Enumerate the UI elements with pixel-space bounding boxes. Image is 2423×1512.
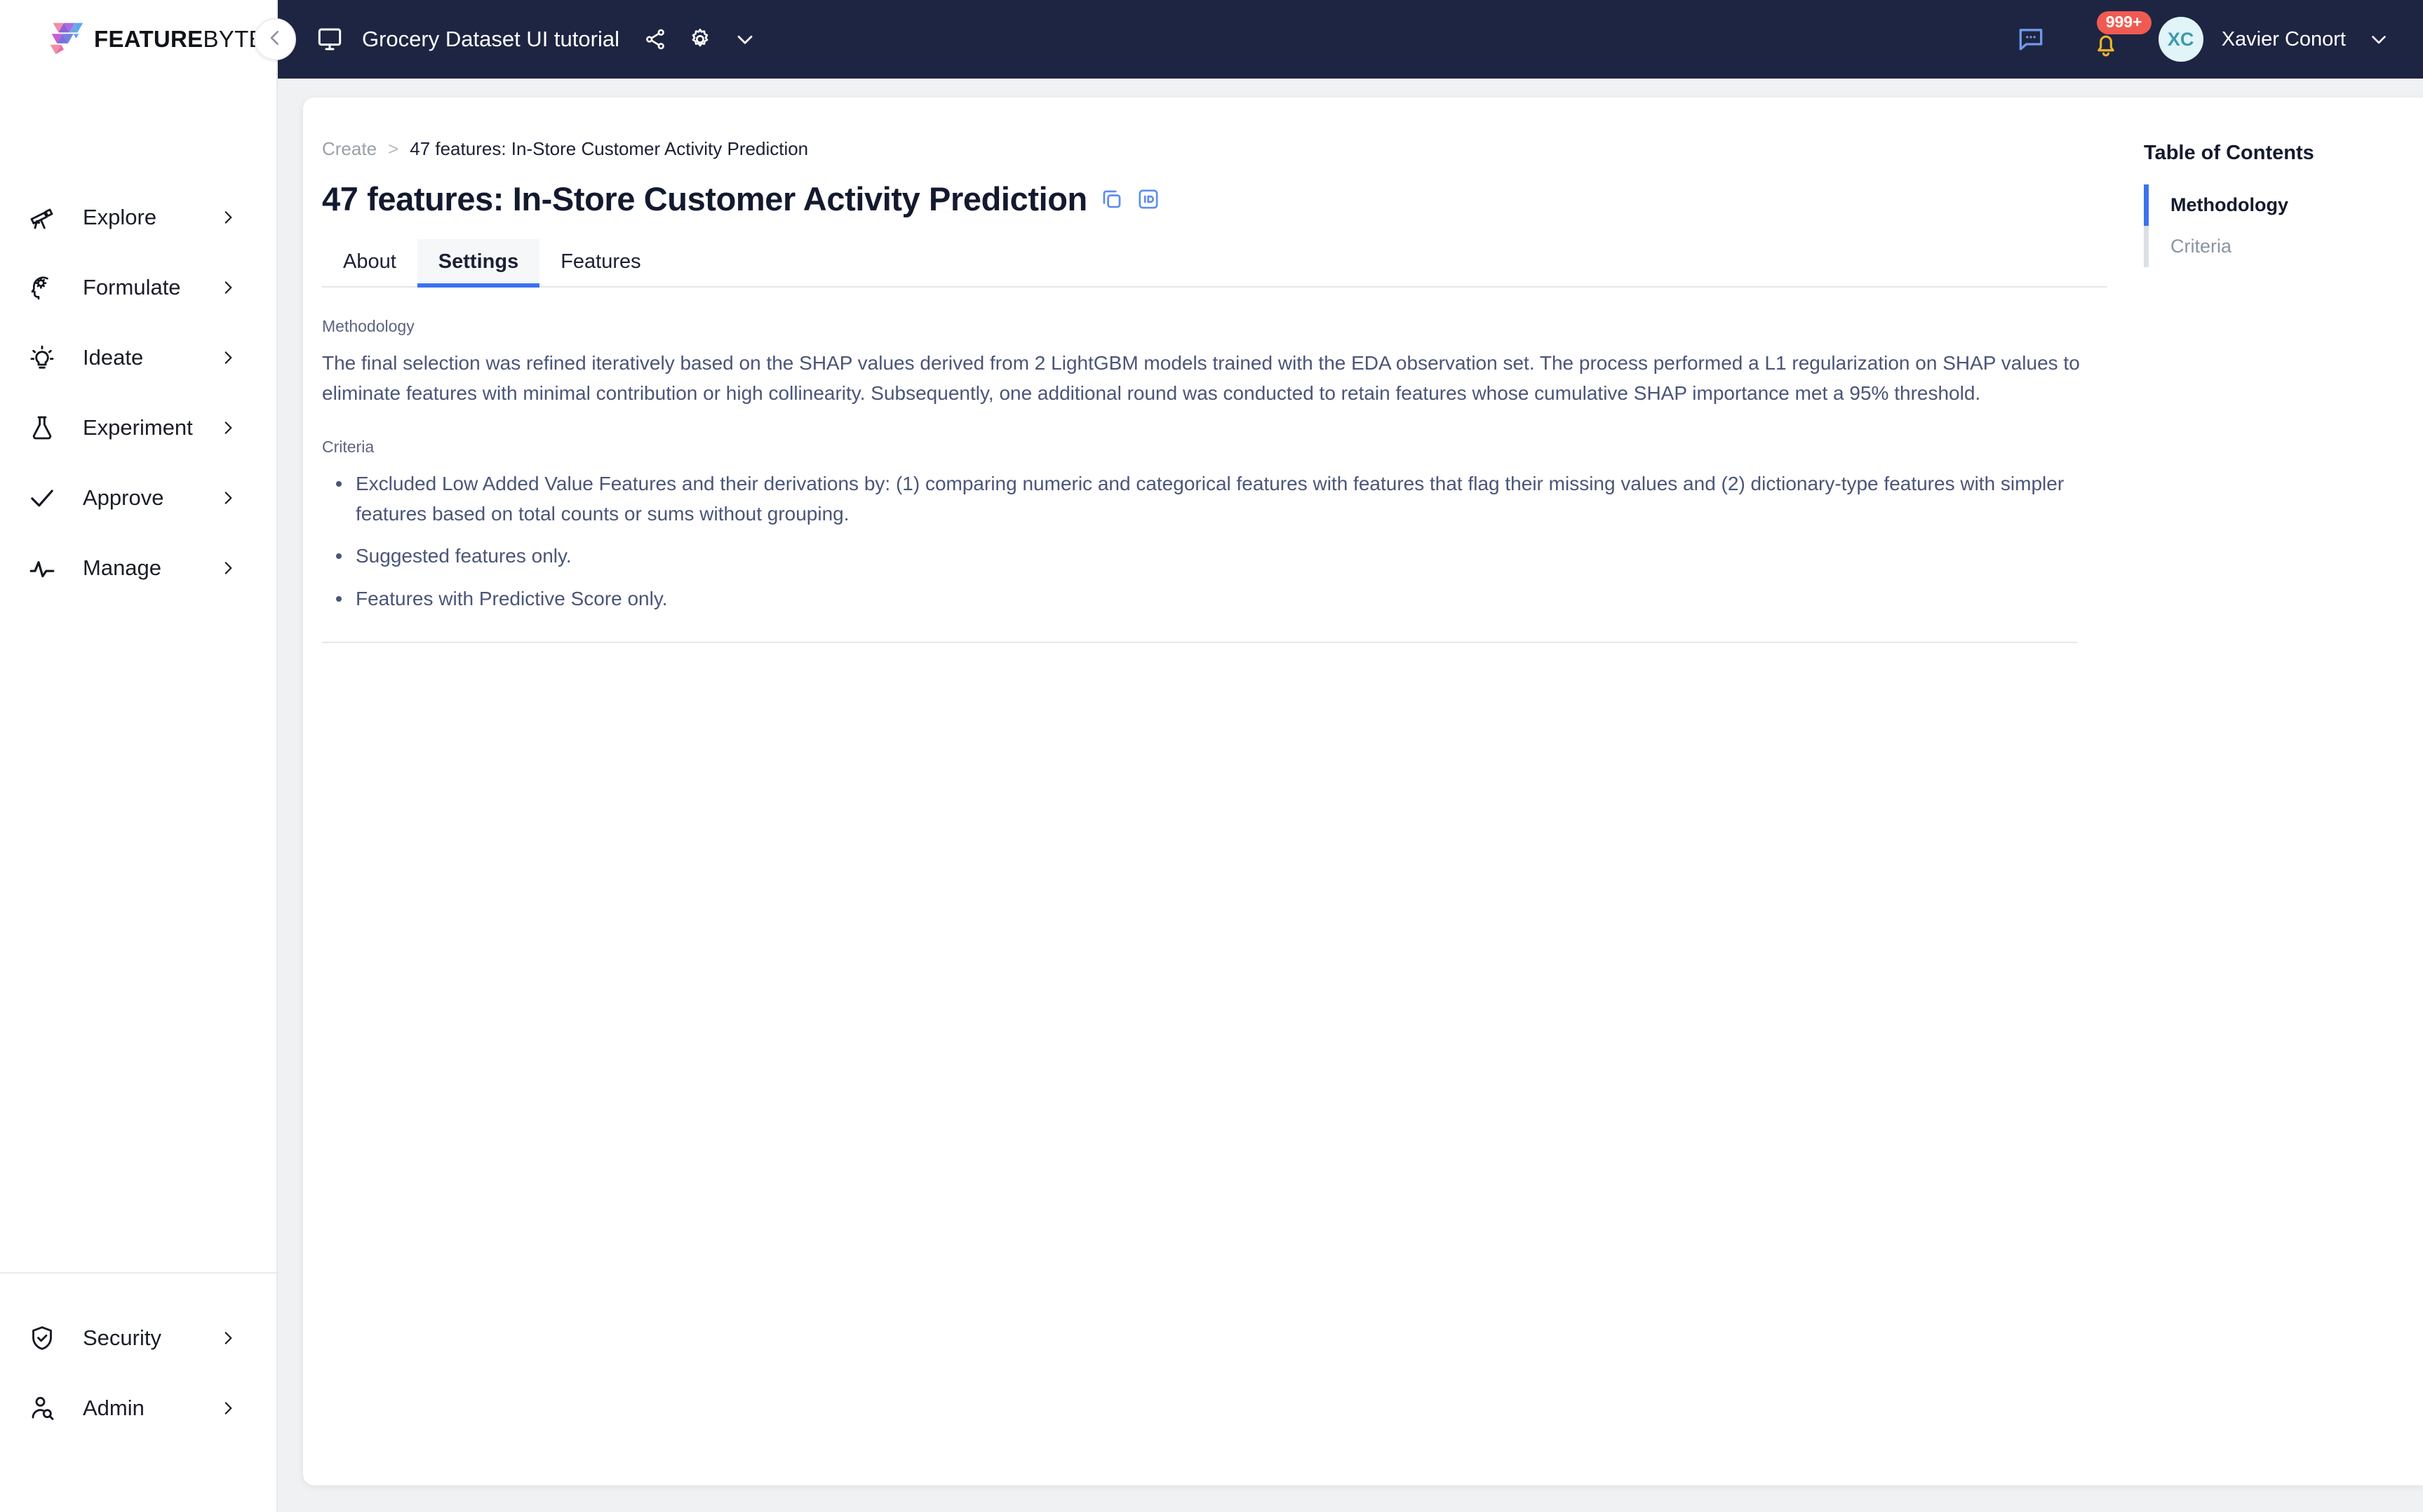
page-background: Create > 47 features: In-Store Customer … xyxy=(278,79,2423,1512)
chevron-down-icon[interactable] xyxy=(729,23,761,55)
sidebar-item-label: Security xyxy=(83,1325,161,1350)
sidebar-item-label: Manage xyxy=(83,555,162,580)
app-logo[interactable]: FEATUREBYTE xyxy=(0,0,276,79)
page-title: 47 features: In-Store Customer Activity … xyxy=(322,180,1087,217)
sidebar-item-experiment[interactable]: Experiment xyxy=(0,407,276,449)
chevron-right-icon xyxy=(219,489,237,507)
top-bar: Grocery Dataset UI tutorial 999+ XC Xavi… xyxy=(278,0,2423,79)
gear-icon[interactable] xyxy=(684,23,716,55)
tab-features[interactable]: Features xyxy=(539,239,662,286)
toc-item-methodology[interactable]: Methodology xyxy=(2144,184,2423,226)
methodology-section: Methodology The final selection was refi… xyxy=(322,317,2128,408)
sidebar-collapse-button[interactable] xyxy=(254,18,296,60)
share-nodes-icon[interactable] xyxy=(639,23,671,55)
monitor-icon xyxy=(316,25,344,53)
notification-badge: 999+ xyxy=(2096,11,2152,34)
criteria-section: Criteria Excluded Low Added Value Featur… xyxy=(322,438,2128,644)
sidebar-main-nav: Explore Formulate Ideate Experiment Appr… xyxy=(0,79,276,1272)
list-item: Excluded Low Added Value Features and th… xyxy=(322,469,2103,529)
content-card: Create > 47 features: In-Store Customer … xyxy=(303,97,2423,1485)
list-item: Features with Predictive Score only. xyxy=(322,584,2103,614)
toc-list: Methodology Criteria xyxy=(2144,184,2423,267)
user-search-icon xyxy=(27,1393,58,1424)
sidebar-item-label: Experiment xyxy=(83,415,193,440)
breadcrumb: Create > 47 features: In-Store Customer … xyxy=(322,136,2128,161)
sidebar: FEATUREBYTE Explore Formulate Ideate Exp… xyxy=(0,0,278,1512)
toc-title: Table of Contents xyxy=(2144,142,2314,164)
sidebar-item-ideate[interactable]: Ideate xyxy=(0,337,276,379)
sidebar-item-approve[interactable]: Approve xyxy=(0,477,276,519)
head-gear-icon xyxy=(27,272,58,303)
sidebar-item-admin[interactable]: Admin xyxy=(0,1387,276,1429)
telescope-icon xyxy=(27,202,58,233)
notifications-bell[interactable]: 999+ xyxy=(2087,11,2152,59)
chat-bubble-icon[interactable] xyxy=(2013,21,2049,58)
breadcrumb-parent-link[interactable]: Create xyxy=(322,138,377,160)
sidebar-item-label: Admin xyxy=(83,1396,145,1420)
methodology-heading: Methodology xyxy=(322,317,415,335)
workspace-title: Grocery Dataset UI tutorial xyxy=(362,27,619,51)
page-title-row: 47 features: In-Store Customer Activity … xyxy=(322,180,2128,218)
criteria-heading: Criteria xyxy=(322,438,375,457)
methodology-body: The final selection was refined iterativ… xyxy=(322,352,2080,404)
sidebar-item-security[interactable]: Security xyxy=(0,1317,276,1359)
section-divider xyxy=(322,642,2078,644)
check-icon xyxy=(27,482,58,513)
copy-icon[interactable] xyxy=(1100,187,1124,211)
chevron-left-icon xyxy=(264,27,286,52)
list-item: Suggested features only. xyxy=(322,541,2103,572)
chevron-right-icon xyxy=(219,419,237,437)
sidebar-item-manage[interactable]: Manage xyxy=(0,547,276,589)
sidebar-bottom-nav: Security Admin xyxy=(0,1272,276,1512)
avatar[interactable]: XC xyxy=(2158,17,2203,62)
user-name: Xavier Conort xyxy=(2221,27,2346,50)
chevron-down-icon[interactable] xyxy=(2367,27,2391,51)
table-of-contents: Table of Contents Methodology Criteria xyxy=(2128,136,2423,1485)
sidebar-item-formulate[interactable]: Formulate xyxy=(0,266,276,309)
shield-check-icon xyxy=(27,1323,58,1354)
right-column: Grocery Dataset UI tutorial 999+ XC Xavi… xyxy=(278,0,2423,1512)
sidebar-item-label: Ideate xyxy=(83,345,144,370)
tab-about[interactable]: About xyxy=(322,239,417,286)
sidebar-item-label: Approve xyxy=(83,485,164,510)
tab-settings[interactable]: Settings xyxy=(417,239,540,288)
featurebyte-logo-icon xyxy=(43,18,87,61)
lightbulb-icon xyxy=(27,342,58,373)
sidebar-item-label: Formulate xyxy=(83,275,181,299)
logo-wordmark: FEATUREBYTE xyxy=(94,26,264,52)
chevron-right-icon xyxy=(219,349,237,367)
chevron-right-icon xyxy=(219,559,237,577)
chevron-right-icon xyxy=(219,1399,237,1417)
id-badge-icon[interactable] xyxy=(1136,187,1160,211)
breadcrumb-separator: > xyxy=(388,137,399,159)
sidebar-item-label: Explore xyxy=(83,205,157,229)
chevron-right-icon xyxy=(219,1329,237,1347)
app-root: FEATUREBYTE Explore Formulate Ideate Exp… xyxy=(0,0,2423,1512)
criteria-list: Excluded Low Added Value Features and th… xyxy=(322,469,2103,614)
toc-item-criteria[interactable]: Criteria xyxy=(2144,226,2423,267)
sidebar-item-explore[interactable]: Explore xyxy=(0,196,276,238)
pulse-icon xyxy=(27,553,58,583)
chevron-right-icon xyxy=(219,208,237,227)
tab-bar: About Settings Features xyxy=(322,239,2107,288)
flask-icon xyxy=(27,412,58,443)
main-content: Create > 47 features: In-Store Customer … xyxy=(303,136,2128,1485)
chevron-right-icon xyxy=(219,278,237,297)
breadcrumb-current: 47 features: In-Store Customer Activity … xyxy=(410,137,809,159)
card-inner: Create > 47 features: In-Store Customer … xyxy=(303,136,2423,1485)
